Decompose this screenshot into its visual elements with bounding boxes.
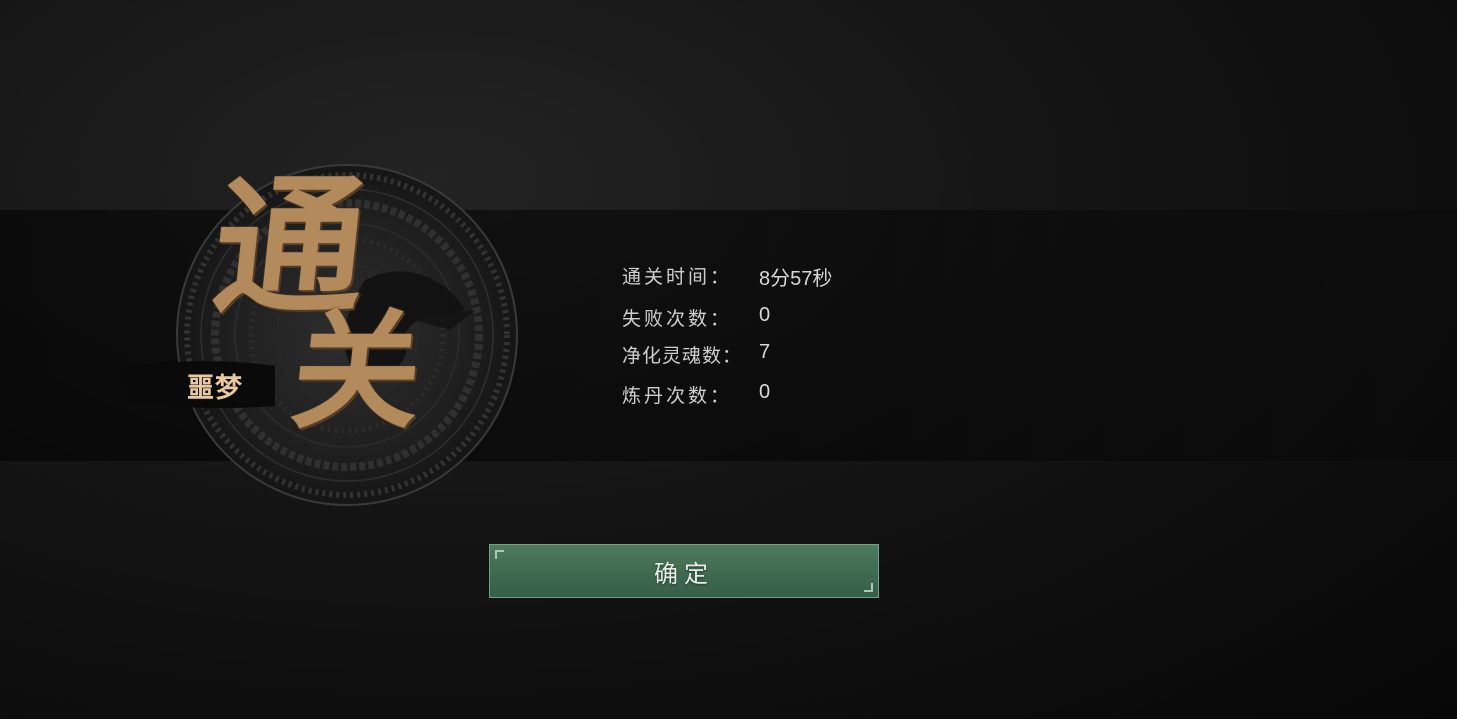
stat-label: 炼丹次数： (622, 385, 733, 407)
stat-value: 0 (759, 304, 771, 326)
stat-label: 通关时间： (622, 266, 733, 288)
stat-value: 7 (759, 341, 771, 363)
confirm-button[interactable]: 确定 (489, 544, 879, 598)
title-char-guan: 关 (285, 297, 429, 447)
confirm-button-label: 确定 (654, 559, 714, 588)
difficulty-label: 噩梦 (187, 373, 243, 404)
corner-ornament (495, 550, 504, 559)
stat-label: 失败次数： (622, 308, 733, 330)
clear-emblem: 通 关 噩梦 (115, 159, 535, 520)
stat-value: 0 (759, 381, 771, 403)
stat-value: 8分57秒 (759, 268, 833, 290)
corner-ornament (864, 583, 873, 592)
stat-label: 净化灵魂数： (622, 345, 743, 367)
